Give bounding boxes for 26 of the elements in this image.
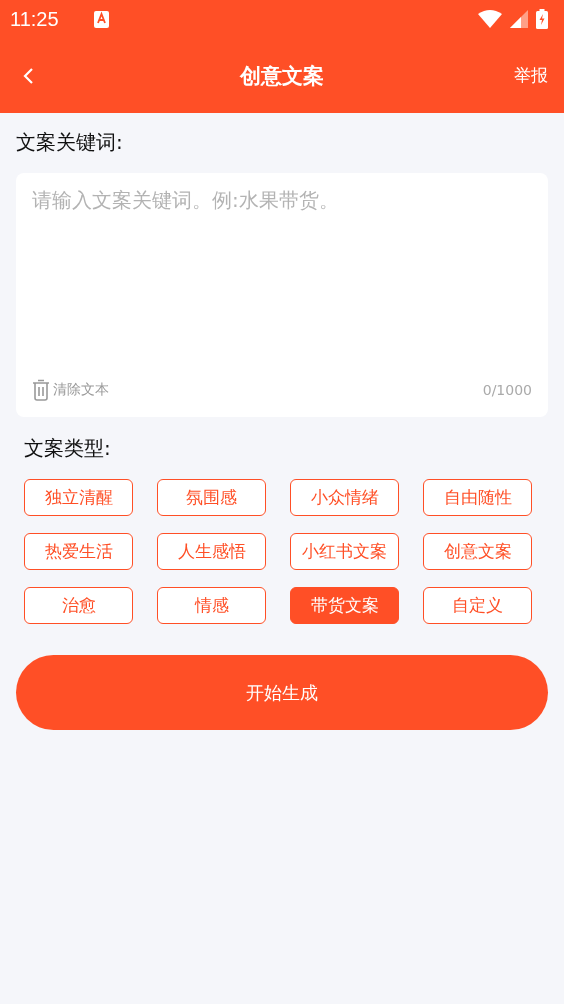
trash-icon[interactable] (32, 379, 50, 401)
wifi-icon (478, 10, 502, 28)
type-chip[interactable]: 热爱生活 (24, 533, 133, 570)
signal-icon (510, 10, 528, 28)
generate-button[interactable]: 开始生成 (16, 655, 548, 730)
character-counter: 0/1000 (482, 382, 532, 398)
type-chip[interactable]: 创意文案 (423, 533, 532, 570)
battery-icon (536, 9, 548, 29)
report-button[interactable]: 举报 (514, 64, 548, 87)
type-chip[interactable]: 氛围感 (157, 479, 266, 516)
status-time: 11:25 (10, 7, 60, 31)
keywords-label: 文案关键词: (16, 129, 123, 156)
keywords-input-box[interactable]: 请输入文案关键词。例:水果带货。 清除文本 0/1000 (16, 173, 548, 417)
type-chip[interactable]: 自由随性 (423, 479, 532, 516)
type-chip[interactable]: 情感 (157, 587, 266, 624)
type-chip[interactable]: 人生感悟 (157, 533, 266, 570)
types-label: 文案类型: (24, 435, 111, 462)
type-chip[interactable]: 自定义 (423, 587, 532, 624)
clear-text-button[interactable]: 清除文本 (32, 379, 109, 401)
type-chip[interactable]: 带货文案 (290, 587, 399, 624)
page-title: 创意文案 (240, 62, 324, 90)
notification-icon (94, 10, 109, 28)
type-chip[interactable]: 治愈 (24, 587, 133, 624)
type-chip[interactable]: 小红书文案 (290, 533, 399, 570)
type-chip[interactable]: 小众情绪 (290, 479, 399, 516)
type-chip[interactable]: 独立清醒 (24, 479, 133, 516)
